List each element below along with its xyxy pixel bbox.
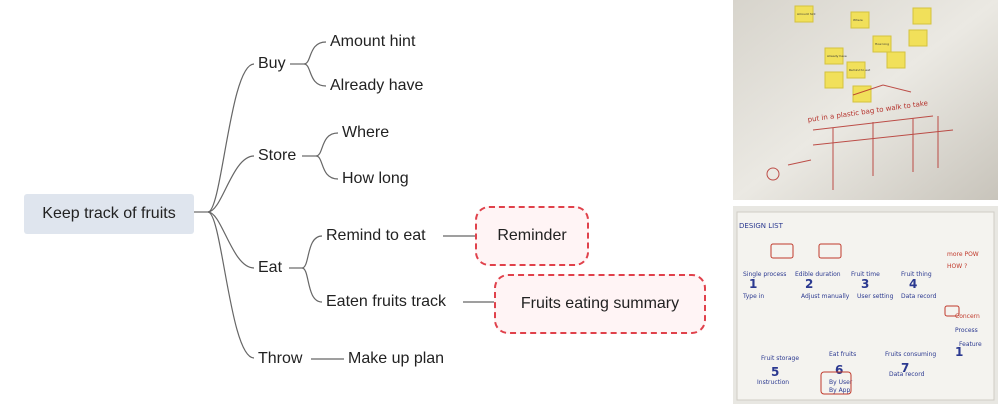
sketch-note: HOW ? [947, 263, 967, 270]
sketch-note: Process [955, 327, 978, 334]
node-remind-to-eat[interactable]: Remind to eat [326, 226, 426, 246]
sketch-note: Type in [742, 293, 764, 300]
branch-store[interactable]: Store [258, 146, 296, 166]
sticky-note [908, 29, 928, 47]
node-make-up-plan[interactable]: Make up plan [348, 349, 444, 369]
sticky-note-text: Amount hint [797, 12, 816, 16]
branch-eat[interactable]: Eat [258, 258, 282, 278]
sketch-note: User setting [857, 293, 894, 300]
sticky-note-text: Remind to eat [849, 68, 871, 72]
branch-buy[interactable]: Buy [258, 54, 286, 74]
sketch-number: 7 [901, 361, 909, 375]
sketch-note: Instruction [757, 379, 789, 386]
sketch-note: more POW [947, 251, 979, 258]
sketch-number: 2 [805, 277, 813, 291]
highlight-reminder[interactable]: Reminder [475, 206, 589, 266]
node-where[interactable]: Where [342, 123, 389, 143]
sticky-note [912, 7, 932, 25]
svg-text:DESIGN LIST: DESIGN LIST [739, 222, 784, 230]
sketch-note: By User [829, 379, 853, 386]
highlight-fruits-eating-summary[interactable]: Fruits eating summary [494, 274, 706, 334]
mindmap-canvas: Keep track of fruits Buy Amount hint Alr… [0, 0, 998, 404]
sketch-number: 1 [955, 345, 963, 359]
node-amount-hint[interactable]: Amount hint [330, 32, 415, 52]
connector-root-eat [207, 211, 255, 269]
node-how-long[interactable]: How long [342, 169, 409, 189]
sketch-number: 6 [835, 363, 843, 377]
node-eaten-fruits-track[interactable]: Eaten fruits track [326, 292, 446, 312]
node-already-have[interactable]: Already have [330, 76, 423, 96]
sketch-note: Data record [901, 293, 937, 300]
connector-root-buy [207, 63, 255, 213]
connector-root-throw [207, 211, 255, 359]
sketch-note: Fruit storage [761, 355, 799, 362]
sketch-note: Edible duration [795, 271, 841, 278]
sticky-note-text: How long [875, 42, 889, 46]
sketch-note: By App [829, 387, 850, 394]
sticky-note [824, 71, 844, 89]
sketch-note: Adjust manually [801, 293, 850, 300]
sketch-note: Eat fruits [829, 351, 856, 358]
design-list-photo: DESIGN LIST Single process Edible duratio… [733, 206, 998, 404]
branch-throw[interactable]: Throw [258, 349, 302, 369]
sticky-note-text: Where [853, 18, 863, 22]
sketch-number: 4 [909, 277, 917, 291]
sketch-number: 5 [771, 365, 779, 379]
sketch-number: 1 [749, 277, 757, 291]
sticky-note-text: Already have [827, 54, 847, 58]
sketch-note: Fruits consuming [885, 351, 936, 358]
whiteboard-photo-top: Amount hint Where Already have How long Remi… [733, 0, 998, 200]
sticky-note [886, 51, 906, 69]
sketch-number: 3 [861, 277, 869, 291]
connector-root-store [207, 155, 255, 213]
root-node[interactable]: Keep track of fruits [24, 194, 194, 234]
